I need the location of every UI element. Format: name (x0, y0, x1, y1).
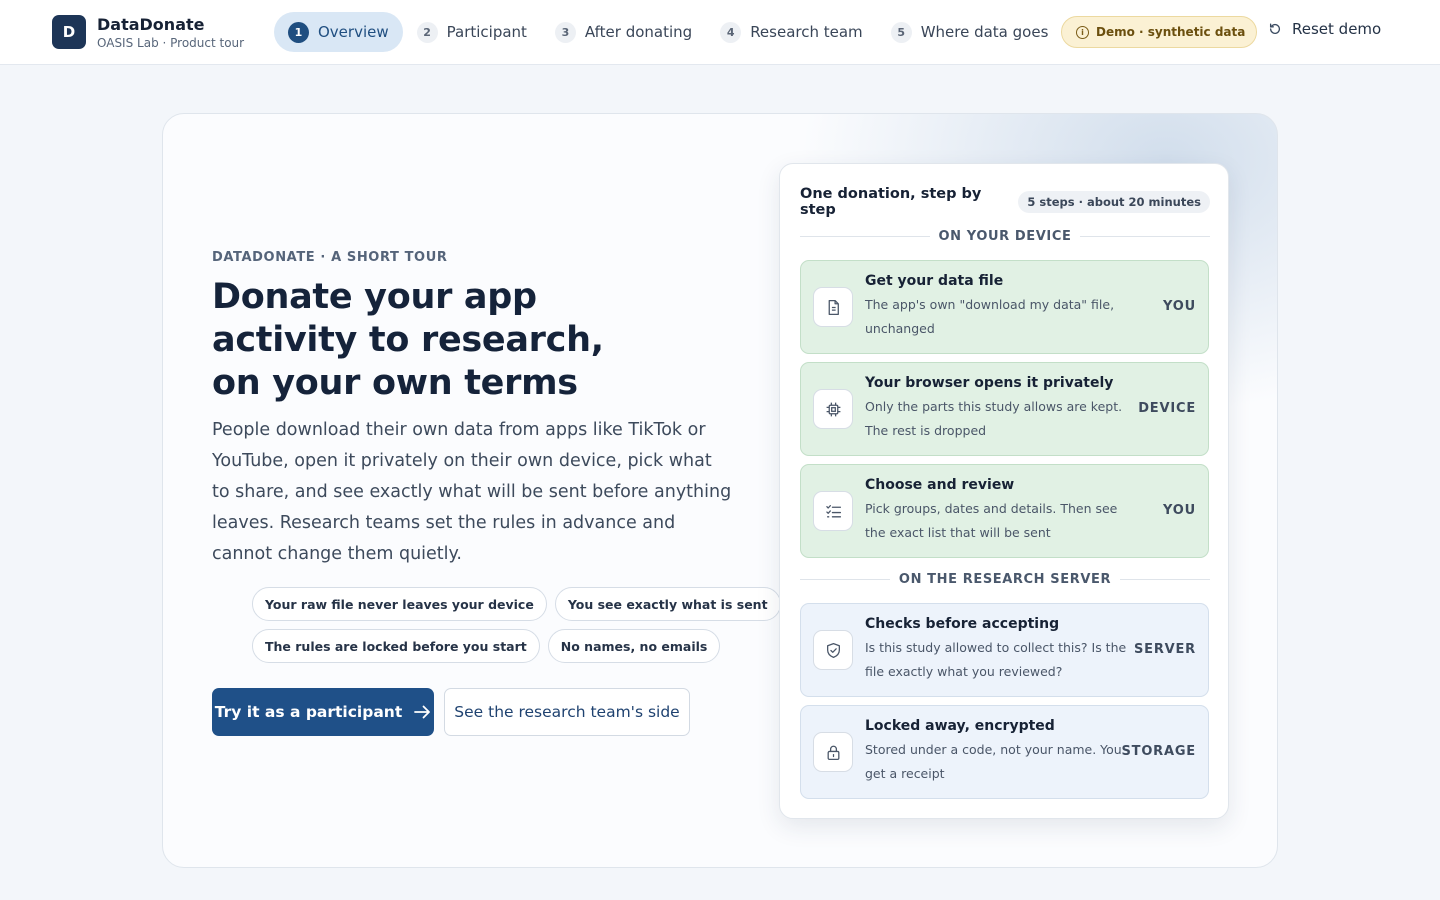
tab-overview[interactable]: 1 Overview (274, 12, 403, 52)
top-bar: D DataDonate OASIS Lab · Product tour 1 … (0, 0, 1440, 65)
chip-see-what-sent: You see exactly what is sent (554, 587, 781, 621)
section-on-research-server: ON THE RESEARCH SERVER (800, 572, 1210, 587)
section-on-your-device: ON YOUR DEVICE (800, 229, 1210, 244)
chip-no-names: No names, no emails (547, 629, 721, 663)
steps-duration-badge: 5 steps · about 20 minutes (1018, 191, 1210, 213)
section-label: ON THE RESEARCH SERVER (898, 572, 1112, 587)
step-description: Pick groups, dates and details. Then see… (865, 501, 1118, 540)
step-number: 1 (288, 21, 309, 43)
tab-research-team[interactable]: 4 Research team (706, 12, 877, 52)
step-title: Checks before accepting (865, 616, 1060, 632)
step-label: Where data goes (920, 23, 1049, 41)
step-locked-encrypted: Locked away, encrypted Stored under a co… (800, 705, 1209, 799)
reset-demo-button[interactable]: Reset demo (1268, 20, 1381, 38)
tab-where-data-goes[interactable]: 5 Where data goes (877, 12, 1063, 52)
step-title: Your browser opens it privately (865, 375, 1114, 391)
step-number: 3 (554, 21, 576, 43)
info-icon: i (1076, 25, 1089, 39)
brand[interactable]: D DataDonate OASIS Lab · Product tour (52, 15, 244, 49)
step-actor-tag: SERVER (1133, 642, 1196, 657)
brand-name: DataDonate (97, 14, 205, 34)
demo-badge-label: Demo · synthetic data (1096, 25, 1246, 39)
step-title: Get your data file (865, 273, 1004, 289)
promise-chips: Your raw file never leaves your device Y… (252, 587, 781, 671)
step-browser-opens-privately: Your browser opens it privately Only the… (800, 362, 1209, 456)
chip-rules-locked: The rules are locked before you start (252, 629, 540, 663)
arrow-right-icon (414, 705, 431, 719)
step-label: After donating (584, 23, 693, 41)
step-description: Is this study allowed to collect this? I… (865, 640, 1127, 679)
research-team-side-button[interactable]: See the research team's side (444, 688, 690, 736)
lock-icon (813, 732, 853, 772)
step-label: Participant (446, 23, 527, 41)
file-icon (813, 287, 853, 327)
step-actor-tag: STORAGE (1121, 744, 1196, 759)
try-as-participant-button[interactable]: Try it as a participant (212, 688, 434, 736)
step-number: 5 (890, 21, 912, 43)
step-actor-tag: DEVICE (1138, 401, 1196, 416)
step-description: Only the parts this study allows are kep… (865, 399, 1123, 438)
checklist-icon (813, 491, 853, 531)
tab-participant[interactable]: 2 Participant (403, 12, 541, 52)
step-number: 2 (416, 21, 438, 43)
step-number: 4 (720, 21, 742, 43)
step-title: Choose and review (865, 477, 1015, 493)
step-checks-before-accepting: Checks before accepting Is this study al… (800, 603, 1209, 697)
tour-steps-nav: 1 Overview 2 Participant 3 After donatin… (274, 12, 1062, 52)
section-label: ON YOUR DEVICE (938, 229, 1072, 244)
demo-badge: i Demo · synthetic data (1061, 16, 1258, 48)
eyebrow: DATADONATE · A SHORT TOUR (212, 250, 448, 265)
brand-logo: D (52, 15, 86, 49)
shield-check-icon (813, 630, 853, 670)
tab-after-donating[interactable]: 3 After donating (541, 12, 706, 52)
step-description: Stored under a code, not your name. You … (865, 742, 1122, 781)
research-team-side-label: See the research team's side (454, 703, 680, 721)
brand-subtitle: OASIS Lab · Product tour (97, 35, 245, 50)
step-get-data-file: Get your data file The app's own "downlo… (800, 260, 1209, 354)
page-title: Donate your app activity to research, on… (212, 277, 604, 403)
step-label: Research team (750, 23, 863, 41)
chip-raw-file: Your raw file never leaves your device (252, 587, 547, 621)
panel-title: One donation, step by step (800, 186, 982, 218)
step-title: Locked away, encrypted (865, 718, 1055, 734)
step-actor-tag: YOU (1163, 299, 1196, 314)
hero-card: DATADONATE · A SHORT TOUR Donate your ap… (162, 113, 1278, 868)
donation-steps-panel: One donation, step by step 5 steps · abo… (779, 163, 1229, 819)
chip-icon (813, 389, 853, 429)
reset-label: Reset demo (1292, 20, 1382, 38)
intro-paragraph: People download their own data from apps… (212, 420, 732, 564)
step-label: Overview (318, 23, 389, 41)
reset-icon (1269, 23, 1281, 34)
step-choose-and-review: Choose and review Pick groups, dates and… (800, 464, 1209, 558)
step-description: The app's own "download my data" file, u… (865, 297, 1115, 336)
step-actor-tag: YOU (1163, 503, 1196, 518)
try-as-participant-label: Try it as a participant (214, 703, 403, 721)
